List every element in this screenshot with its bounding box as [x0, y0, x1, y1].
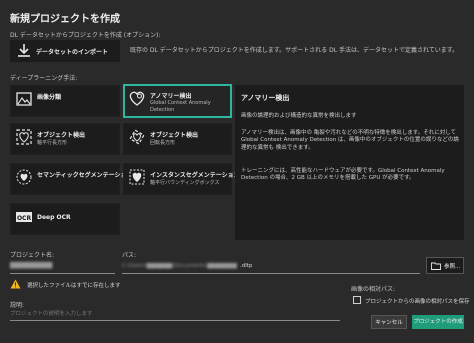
warning-icon [10, 279, 21, 289]
description-input[interactable] [10, 308, 340, 319]
browse-button[interactable]: 参照... [426, 257, 464, 274]
folder-icon [431, 262, 441, 270]
detail-title: アノマリー検出 [241, 94, 290, 102]
method-detail-panel: アノマリー検出 画像の論理的および構造的な異常を検出します アノマリー検出は、画… [235, 85, 464, 240]
path-extension: .dltp [240, 263, 253, 269]
detail-description: アノマリー検出は、画像中の 亀裂や汚れなどの不明な特徴を検出します。それに対して… [241, 130, 459, 151]
object-detection-rotated-icon [129, 129, 145, 145]
method-tile-instance-segmentation[interactable]: インスタンスセグメンテーション 軸平行バウンディングボックス [123, 163, 240, 195]
project-name-label: プロジェクト名: [10, 252, 55, 259]
method-tile-anomaly-detection[interactable]: アノマリー検出 Global Context Anomaly Detection [123, 84, 232, 118]
relative-path-checkbox-label[interactable]: プロジェクトからの画像の相対パスを保存 [365, 297, 470, 305]
anomaly-detection-icon [129, 91, 145, 106]
import-icon [18, 44, 30, 57]
import-dataset-button[interactable]: データセットのインポート [10, 40, 120, 62]
method-sublabel: Global Context Anomaly Detection [150, 100, 211, 113]
method-label: アノマリー検出 [150, 93, 192, 100]
description-underline [10, 320, 340, 321]
method-tile-object-detection-rotated[interactable]: オブジェクト検出 回転長方形 [123, 123, 232, 155]
ocr-icon: OCR [16, 212, 32, 222]
instance-segmentation-icon [129, 169, 145, 185]
semantic-segmentation-icon [16, 169, 32, 185]
method-sublabel: 軸平行長方形 [37, 140, 68, 146]
relative-path-checkbox[interactable] [353, 296, 361, 304]
relative-path-label: 画像の相対パス: [351, 286, 396, 293]
svg-text:OCR: OCR [17, 215, 32, 222]
method-tile-classification[interactable]: 画像分類 [10, 85, 120, 117]
dialog-title: 新規プロジェクトを作成 [10, 14, 120, 25]
method-label: インスタンスセグメンテーション [150, 172, 240, 179]
detail-summary: 画像の論理的および構造的な異常を検出します [241, 113, 357, 119]
detail-requirements: トレーニングには、高性能なハードウェアが必要です。Global Context … [241, 168, 445, 182]
method-sublabel: 軸平行バウンディングボックス [150, 180, 220, 186]
import-section-label: DL データセットからプロジェクトを作成 (オプション): [10, 32, 161, 39]
path-input[interactable]: C:\Users\██████\Documents\████████.dltp … [122, 263, 420, 272]
path-underline [122, 273, 420, 274]
object-detection-icon [16, 129, 32, 145]
browse-label: 参照... [444, 264, 461, 270]
method-tile-deep-ocr[interactable]: OCR Deep OCR [10, 203, 120, 235]
cancel-button[interactable]: キャンセル [371, 315, 407, 329]
create-project-button[interactable]: プロジェクトの作成 [412, 315, 464, 329]
method-tile-semantic-segmentation[interactable]: セマンティックセグメンテーション [10, 163, 133, 195]
method-sublabel: 回転長方形 [150, 140, 176, 146]
import-description: 既存の DL データセットからプロジェクトを作成します。サポートされる DL 手… [130, 47, 459, 54]
project-name-underline [10, 273, 115, 274]
path-value: C:\Users\██████\Documents\████████.dltp [122, 263, 237, 269]
import-dataset-label: データセットのインポート [36, 49, 109, 56]
method-tile-object-detection-axis[interactable]: オブジェクト検出 軸平行長方形 [10, 123, 120, 155]
path-label: パス: [122, 252, 137, 259]
classification-icon [16, 92, 32, 106]
project-name-input[interactable]: ██████████ [10, 263, 110, 269]
method-label: Deep OCR [37, 214, 71, 221]
method-label: オブジェクト検出 [150, 132, 199, 139]
methods-label: ディープラーニング手法: [10, 75, 78, 82]
warning-text: 選択したファイルはすでに存在します [27, 283, 121, 289]
method-label: 画像分類 [37, 94, 62, 101]
method-label: セマンティックセグメンテーション [37, 172, 133, 179]
method-label: オブジェクト検出 [37, 132, 86, 139]
